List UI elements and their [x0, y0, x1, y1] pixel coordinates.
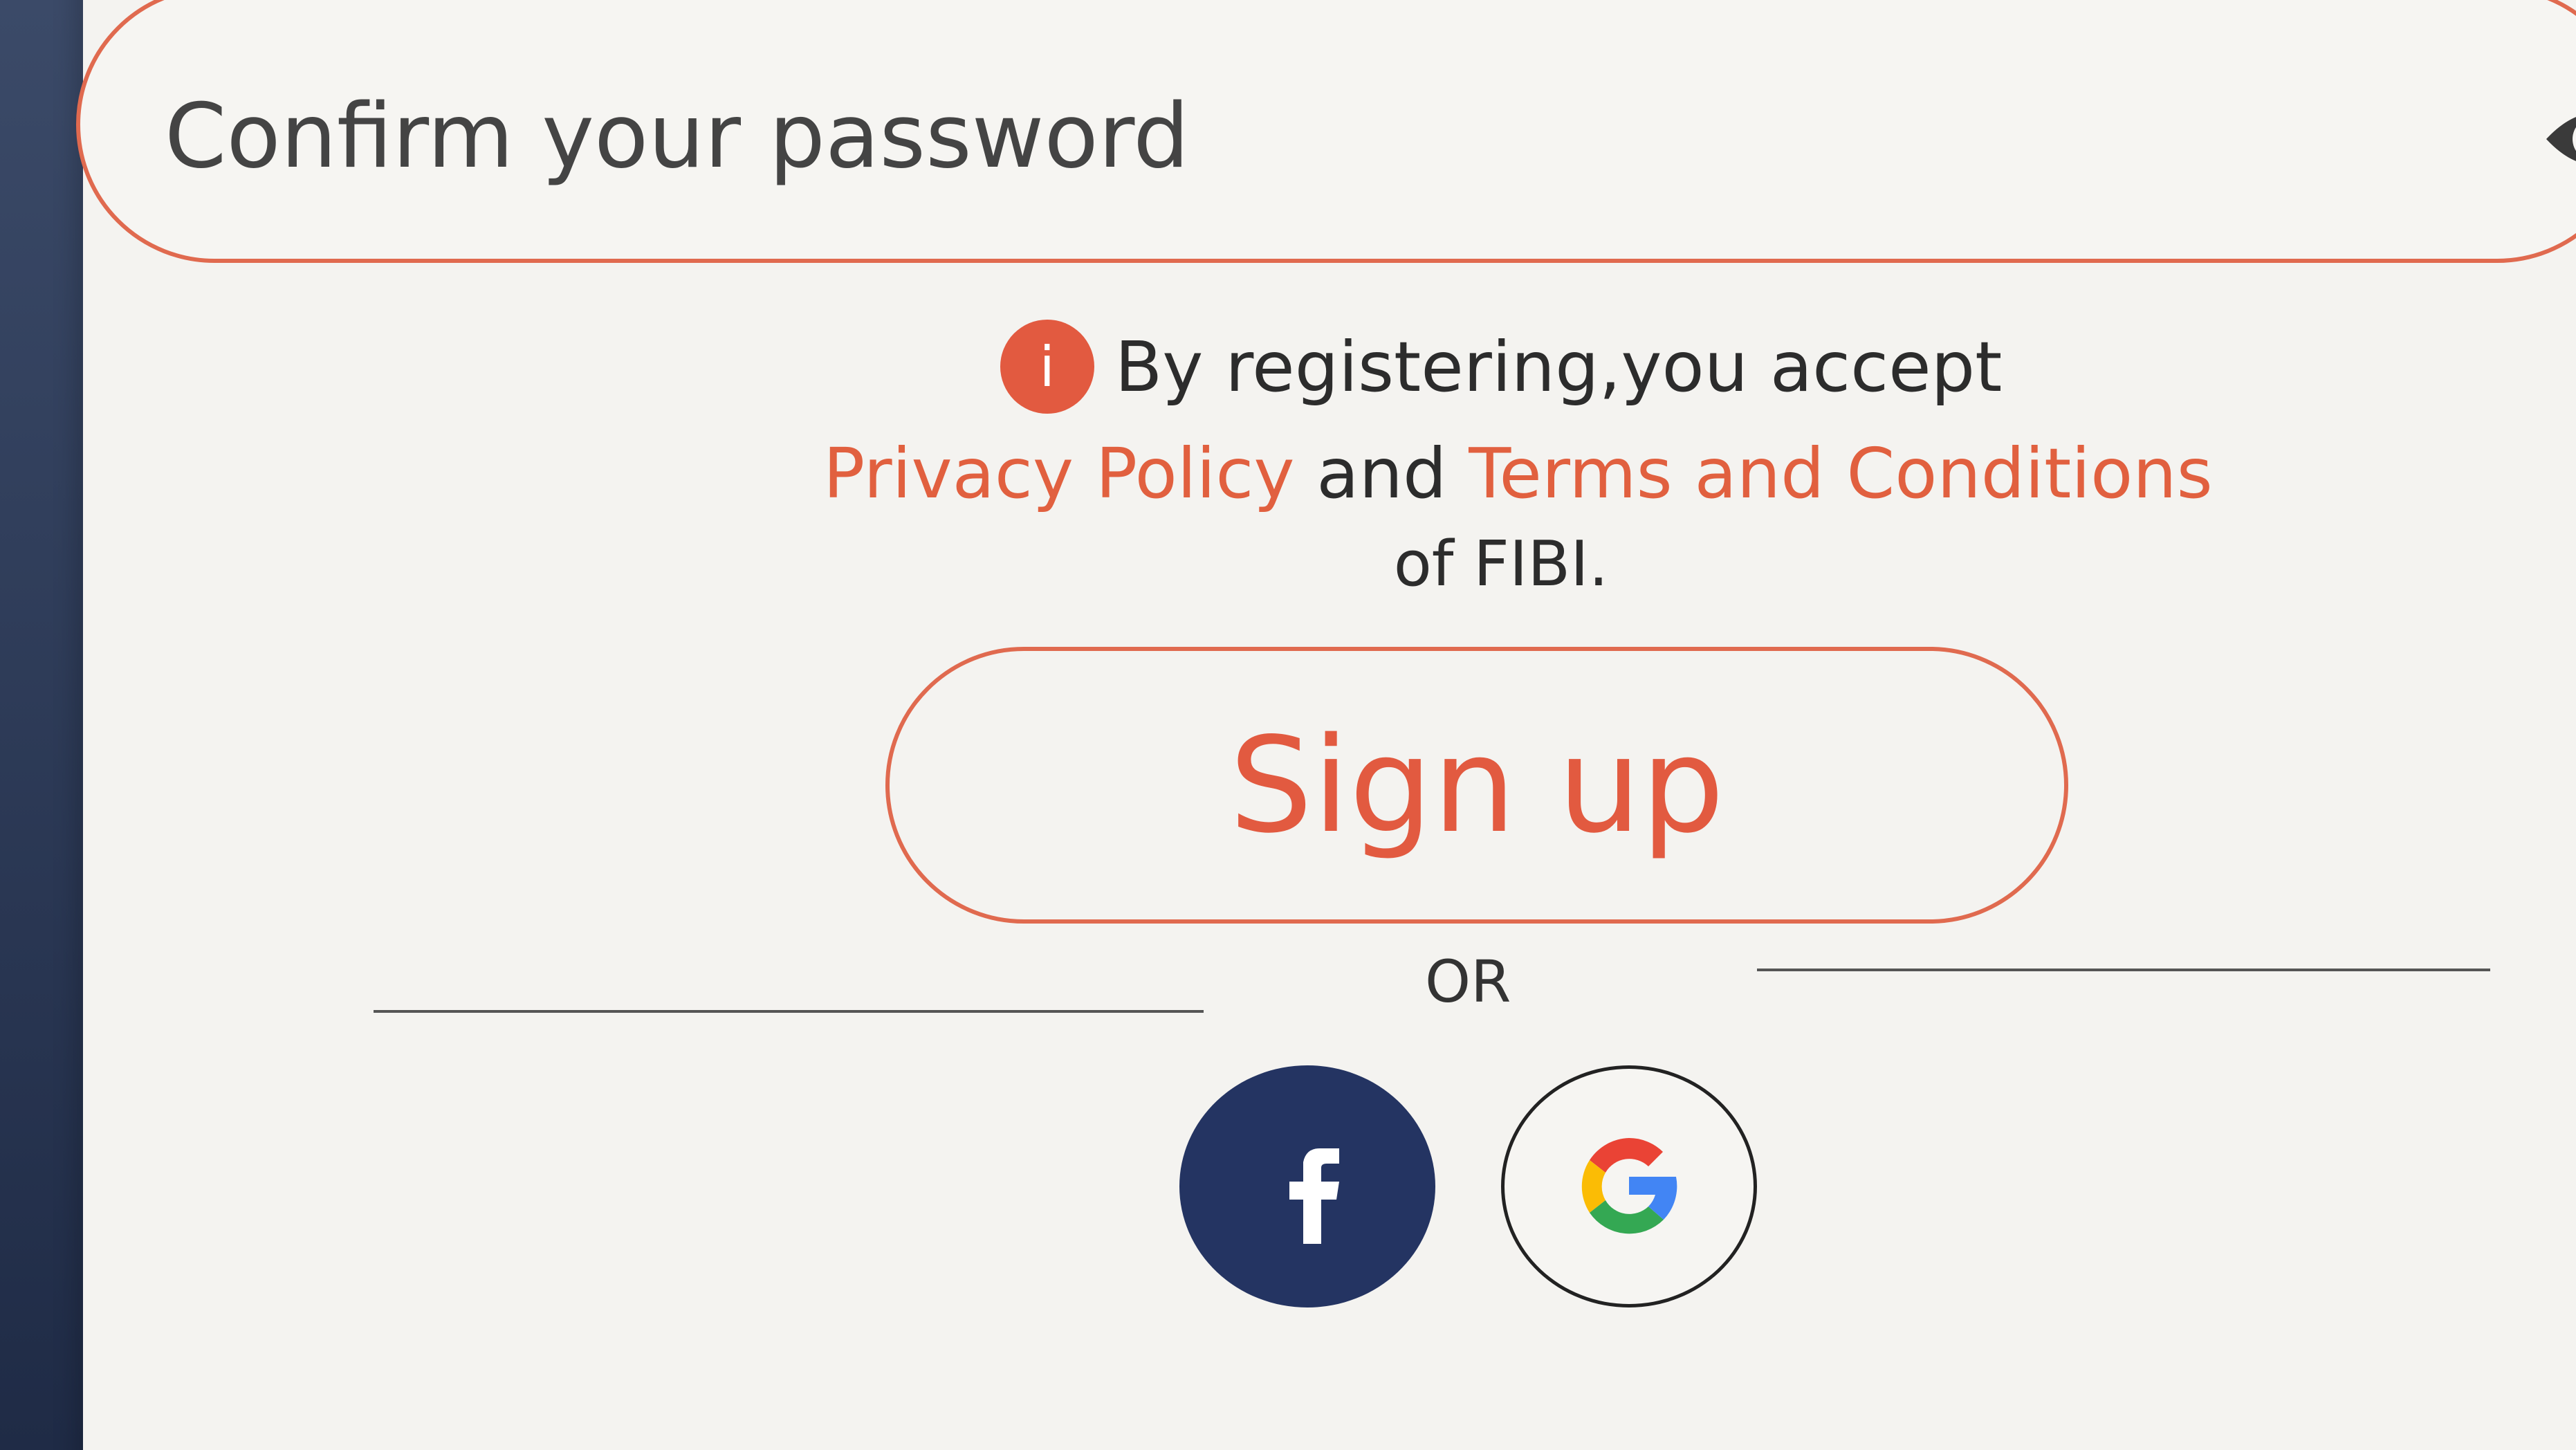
facebook-icon — [1289, 1148, 1339, 1244]
terms-and-conditions-link[interactable]: Terms and Conditions — [1469, 433, 2213, 514]
or-divider-label: OR — [1425, 948, 1511, 1016]
notice-accept-text: By registering,you accept — [1114, 326, 2003, 407]
show-password-toggle[interactable] — [2543, 101, 2576, 177]
sign-up-button[interactable]: Sign up — [885, 647, 2068, 924]
divider-left — [374, 1010, 1204, 1013]
terms-notice: i By registering,you accept Privacy Poli… — [823, 318, 2213, 600]
facebook-login-button[interactable] — [1179, 1065, 1435, 1307]
google-icon — [1581, 1138, 1677, 1234]
info-icon: i — [1000, 320, 1094, 414]
confirm-password-field[interactable] — [76, 0, 2576, 263]
sign-up-label: Sign up — [1229, 708, 1724, 862]
notice-line-1: i By registering,you accept — [823, 318, 2179, 415]
eye-icon — [2546, 117, 2576, 161]
notice-line-3: of FIBI. — [1393, 528, 1609, 600]
confirm-password-input[interactable] — [163, 53, 2380, 220]
privacy-policy-link[interactable]: Privacy Policy — [823, 433, 1295, 514]
google-login-button[interactable] — [1501, 1065, 1757, 1307]
notice-line-2: Privacy Policy and Terms and Conditions — [823, 433, 2213, 514]
notice-and-text: and — [1316, 433, 1447, 514]
divider-right — [1757, 969, 2490, 971]
